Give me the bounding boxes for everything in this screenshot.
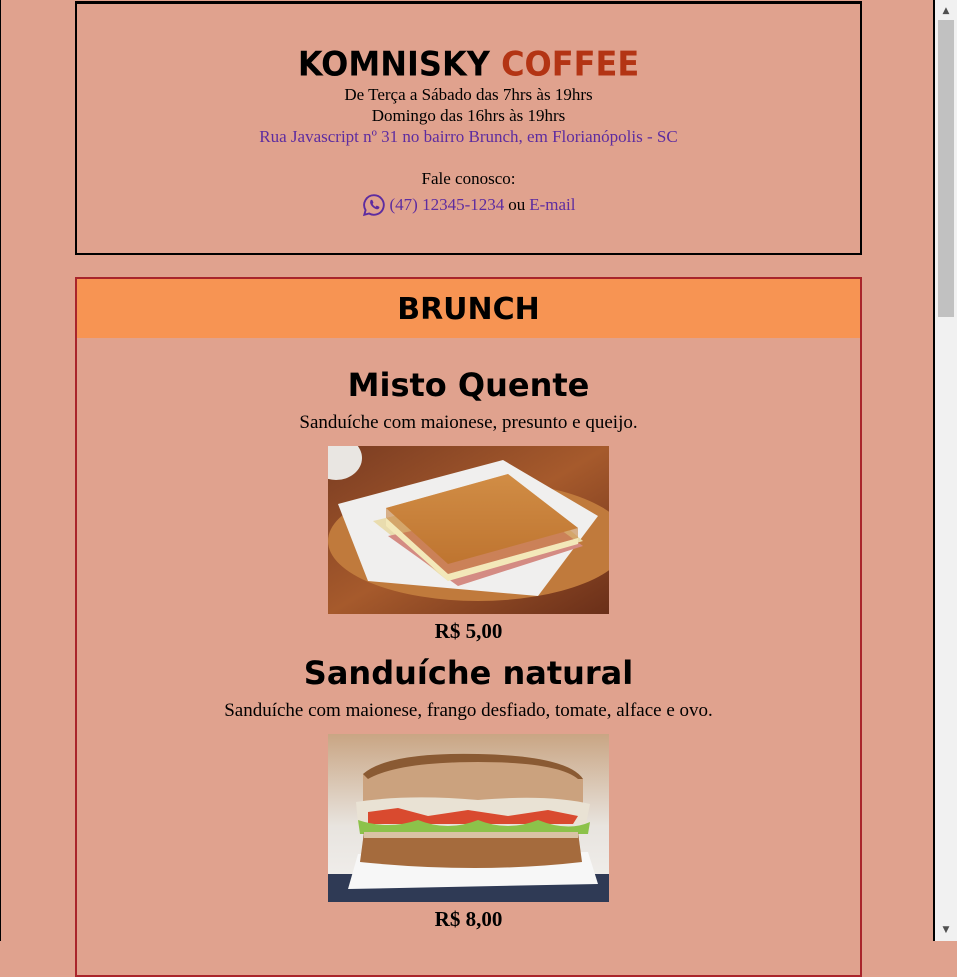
item-description: Sanduíche com maionese, frango desfiado,… xyxy=(224,700,713,721)
toasted-sandwich-image xyxy=(328,446,609,614)
contact-label: Fale conosco: xyxy=(421,169,516,188)
scrollbar-thumb[interactable] xyxy=(938,20,954,317)
brand-accent: COFFEE xyxy=(501,44,640,84)
item-description: Sanduíche com maionese, presunto e queij… xyxy=(299,412,638,433)
item-price: R$ 8,00 xyxy=(434,907,503,931)
brand-main: KOMNISKY xyxy=(297,44,490,84)
whatsapp-icon[interactable] xyxy=(362,193,386,217)
phone-link[interactable]: (47) 12345-1234 xyxy=(390,193,505,217)
item-title: Misto Quente xyxy=(347,366,590,404)
info-header: KOMNISKY COFFEE De Terça a Sábado das 7h… xyxy=(75,1,862,255)
menu-item: Sanduíche natural Sanduíche com maionese… xyxy=(77,653,860,932)
item-title: Sanduíche natural xyxy=(303,654,634,692)
brand-title: KOMNISKY COFFEE xyxy=(77,43,860,85)
email-link[interactable]: E-mail xyxy=(529,193,575,217)
brunch-menu: BRUNCH Misto Quente Sanduíche com maione… xyxy=(75,277,862,977)
contact-row: (47) 12345-1234 ou E-mail xyxy=(77,193,860,217)
scroll-down-icon[interactable]: ▼ xyxy=(935,921,957,939)
menu-item: Misto Quente Sanduíche com maionese, pre… xyxy=(77,365,860,644)
item-price: R$ 5,00 xyxy=(434,619,503,643)
or-text: ou xyxy=(508,195,526,214)
vertical-scrollbar[interactable]: ▲ ▼ xyxy=(935,0,957,941)
scroll-up-icon[interactable]: ▲ xyxy=(935,2,957,20)
natural-sandwich-image xyxy=(328,734,609,902)
opening-hours-sunday: Domingo das 16hrs às 19hrs xyxy=(371,106,566,125)
opening-hours-weekday: De Terça a Sábado das 7hrs às 19hrs xyxy=(344,85,593,104)
address-link[interactable]: Rua Javascript nº 31 no bairro Brunch, e… xyxy=(77,126,860,147)
section-title: BRUNCH xyxy=(77,279,860,338)
